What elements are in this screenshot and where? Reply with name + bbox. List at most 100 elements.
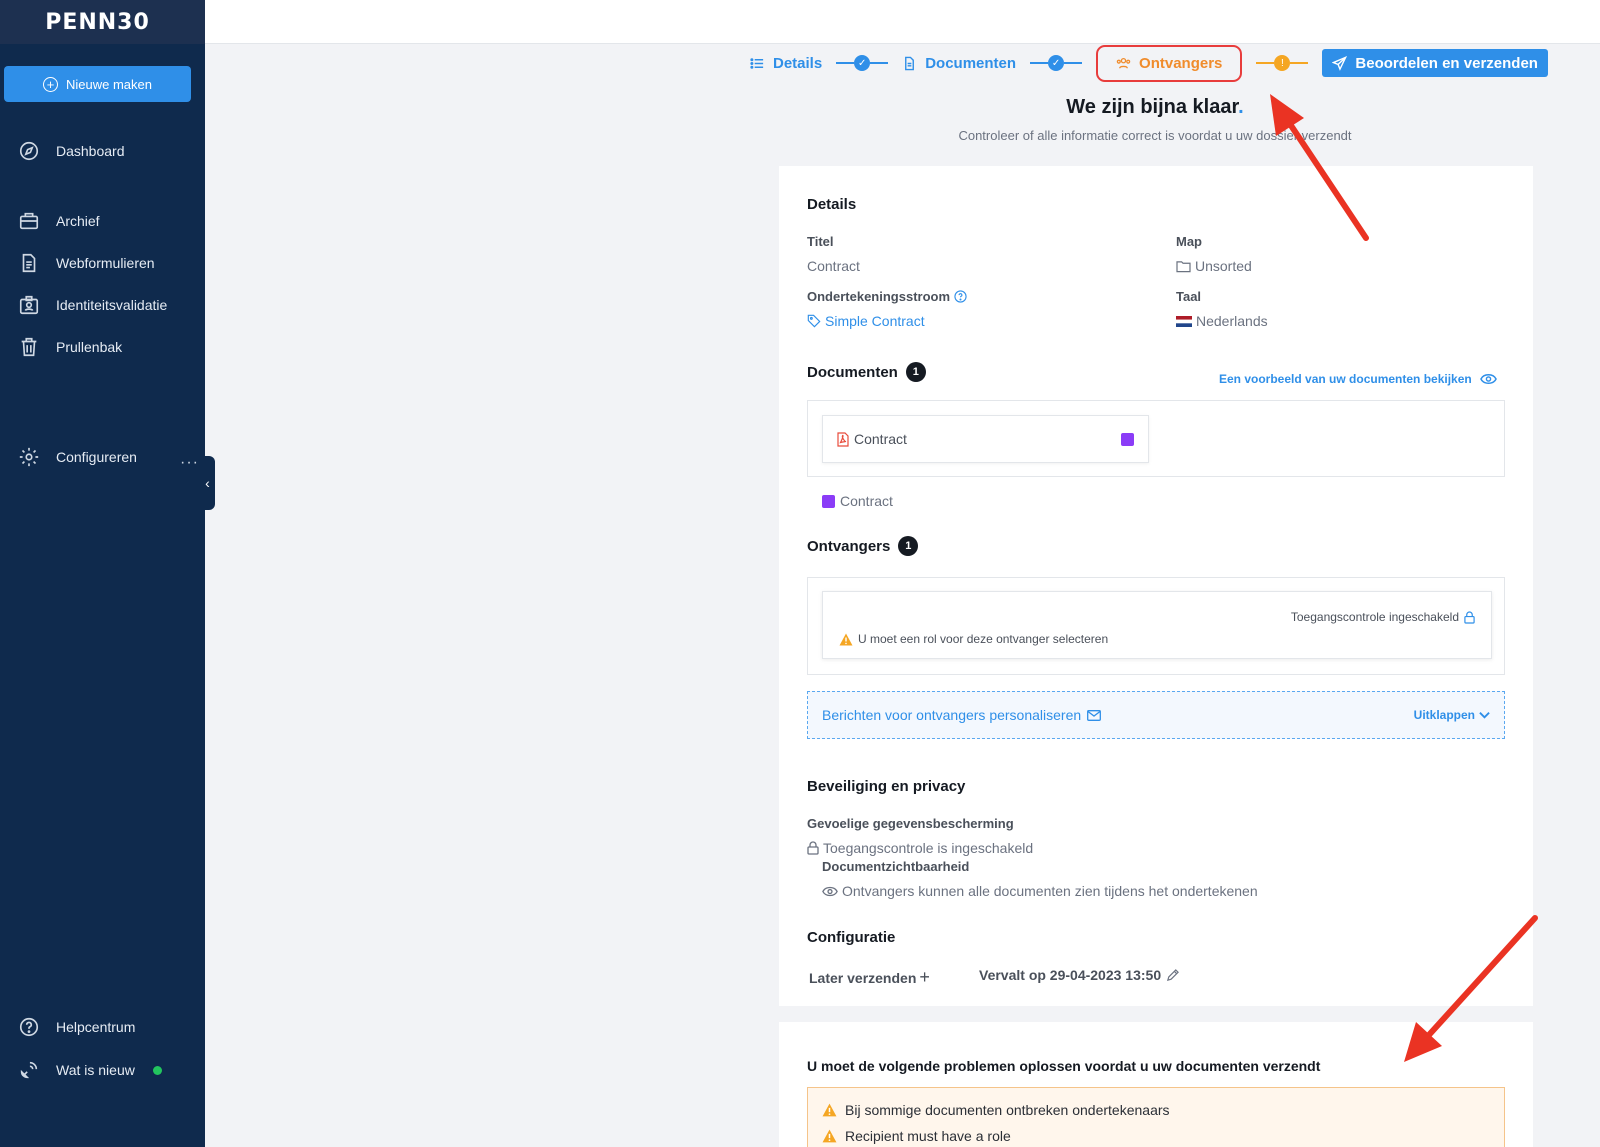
step-details[interactable]: Details: [750, 55, 822, 72]
documents-title: Documenten 1: [807, 362, 926, 382]
check-icon: ✓: [1048, 55, 1065, 71]
step-label: Ontvangers: [1139, 54, 1223, 72]
title-value: Contract: [807, 258, 860, 274]
mail-icon: [1087, 709, 1102, 721]
sidebar-item-label: Wat is nieuw: [56, 1062, 135, 1078]
issues-title: U moet de volgende problemen oplossen vo…: [807, 1058, 1321, 1074]
flow-label: Ondertekeningsstroom: [807, 289, 967, 304]
documents-container: Contract: [807, 400, 1505, 477]
configuration-title: Configuratie: [807, 929, 896, 946]
sidebar-item-wat-is-nieuw[interactable]: Wat is nieuw: [18, 1059, 162, 1081]
warning-triangle-icon: [822, 1129, 837, 1143]
flag-nl-icon: [1176, 315, 1192, 327]
eye-icon: [1479, 374, 1497, 384]
warning-icon: !: [1274, 55, 1291, 71]
sidebar-item-label: Identiteitsvalidatie: [56, 297, 168, 313]
logo[interactable]: PENN30: [45, 10, 150, 35]
step-connector: ✓: [836, 55, 889, 71]
step-ontvangers[interactable]: Ontvangers: [1096, 44, 1243, 82]
sidebar-item-webformulieren[interactable]: Webformulieren: [18, 252, 155, 274]
page-subtitle: Controleer of alle informatie correct is…: [958, 128, 1352, 143]
sensitive-data-label: Gevoelige gegevensbescherming: [807, 816, 1014, 831]
sidebar-item-label: Webformulieren: [56, 255, 155, 271]
details-title: Details: [807, 196, 857, 213]
sidebar-item-helpcentrum[interactable]: Helpcentrum: [18, 1016, 135, 1038]
gear-icon: [19, 447, 39, 467]
step-connector: ✓: [1030, 55, 1083, 71]
help-icon[interactable]: [954, 290, 967, 303]
tag-icon: [807, 314, 821, 328]
page-title: We zijn bijna klaar.: [1066, 96, 1244, 118]
issue-item: Recipient must have a role: [822, 1128, 1011, 1144]
lock-icon: [1464, 610, 1475, 624]
file-icon: [905, 56, 915, 70]
recipients-title: Ontvangers 1: [807, 536, 919, 556]
sidebar-item-prullenbak[interactable]: Prullenbak: [18, 336, 122, 358]
help-circle-icon: [19, 1017, 39, 1037]
sensitive-data-value: Toegangscontrole is ingeschakeld: [807, 840, 1033, 856]
sidebar-item-label: Archief: [56, 213, 100, 229]
stepper: Details ✓ Documenten ✓ Ontvangers ! Beoo…: [750, 44, 1548, 82]
check-icon: ✓: [854, 55, 871, 71]
file-text-icon: [22, 253, 36, 273]
document-legend: Contract: [822, 493, 893, 509]
security-title: Beveiliging en privacy: [807, 778, 966, 795]
users-icon: [1116, 57, 1131, 68]
sidebar-item-label: Configureren: [56, 449, 137, 465]
title-label: Titel: [807, 234, 834, 249]
personalize-messages-label: Berichten voor ontvangers personaliseren: [822, 707, 1102, 723]
step-documenten[interactable]: Documenten: [902, 55, 1016, 72]
briefcase-icon: [19, 212, 39, 230]
legend-color-tag: [822, 494, 835, 508]
issues-list: Bij sommige documenten ontbreken onderte…: [807, 1087, 1505, 1147]
document-tile[interactable]: Contract: [822, 415, 1149, 463]
language-value: Nederlands: [1176, 313, 1268, 329]
review-and-send-button[interactable]: Beoordelen en verzenden: [1322, 49, 1548, 77]
id-badge-icon: [19, 295, 39, 315]
plus-icon: +: [919, 967, 930, 987]
chevron-down-icon: [1479, 712, 1490, 719]
eye-icon: [822, 886, 838, 896]
sidebar-item-dashboard[interactable]: Dashboard: [18, 140, 125, 162]
flow-value[interactable]: Simple Contract: [807, 313, 925, 329]
step-label: Details: [773, 54, 823, 72]
language-label: Taal: [1176, 289, 1202, 304]
chevron-left-icon: ‹: [205, 475, 210, 491]
satellite-icon: [20, 1061, 38, 1079]
recipient-warning: U moet een rol voor deze ontvanger selec…: [839, 632, 1108, 646]
more-options-icon[interactable]: ···: [180, 454, 199, 472]
sidebar-item-archief[interactable]: Archief: [18, 210, 100, 232]
recipient-tile[interactable]: Toegangscontrole ingeschakeld U moet een…: [822, 591, 1492, 659]
top-bar: [205, 0, 1600, 44]
summary-card: Details Titel Contract Map Unsorted Onde…: [779, 166, 1533, 1006]
pencil-icon: [1167, 968, 1180, 981]
step-connector: !: [1256, 55, 1309, 71]
sidebar-item-configureren[interactable]: Configureren: [18, 446, 137, 468]
collapse-sidebar-button[interactable]: ‹: [200, 456, 215, 510]
issues-card: U moet de volgende problemen oplossen vo…: [779, 1022, 1533, 1147]
document-color-tag: [1121, 432, 1134, 446]
map-label: Map: [1176, 234, 1202, 249]
list-icon: [750, 57, 764, 69]
personalize-messages-panel[interactable]: Berichten voor ontvangers personaliseren…: [807, 691, 1505, 739]
access-control-status: Toegangscontrole ingeschakeld: [1291, 610, 1475, 624]
sidebar-item-label: Dashboard: [56, 143, 125, 159]
trash-icon: [21, 337, 37, 357]
new-indicator-dot: [152, 1065, 162, 1075]
folder-icon: [1176, 260, 1191, 272]
preview-documents-link[interactable]: Een voorbeeld van uw documenten bekijken: [1219, 372, 1497, 386]
sidebar-item-identiteitsvalidatie[interactable]: Identiteitsvalidatie: [18, 294, 167, 316]
expand-button[interactable]: Uitklappen: [1414, 708, 1490, 722]
send-later-button[interactable]: Later verzenden +: [809, 967, 930, 988]
documents-count-badge: 1: [905, 362, 926, 382]
warning-triangle-icon: [839, 633, 853, 645]
sidebar: PENN30 + Nieuwe maken Dashboard Archief …: [0, 0, 205, 1147]
recipients-container: Toegangscontrole ingeschakeld U moet een…: [807, 577, 1505, 675]
plus-circle-icon: +: [43, 76, 58, 92]
warning-triangle-icon: [822, 1103, 837, 1117]
expiry-date[interactable]: Vervalt op 29-04-2023 13:50: [979, 967, 1180, 983]
new-button[interactable]: + Nieuwe maken: [4, 66, 191, 102]
visibility-value: Ontvangers kunnen alle documenten zien t…: [822, 883, 1258, 899]
logo-bar: PENN30: [0, 0, 205, 44]
pdf-file-icon: [837, 431, 849, 447]
